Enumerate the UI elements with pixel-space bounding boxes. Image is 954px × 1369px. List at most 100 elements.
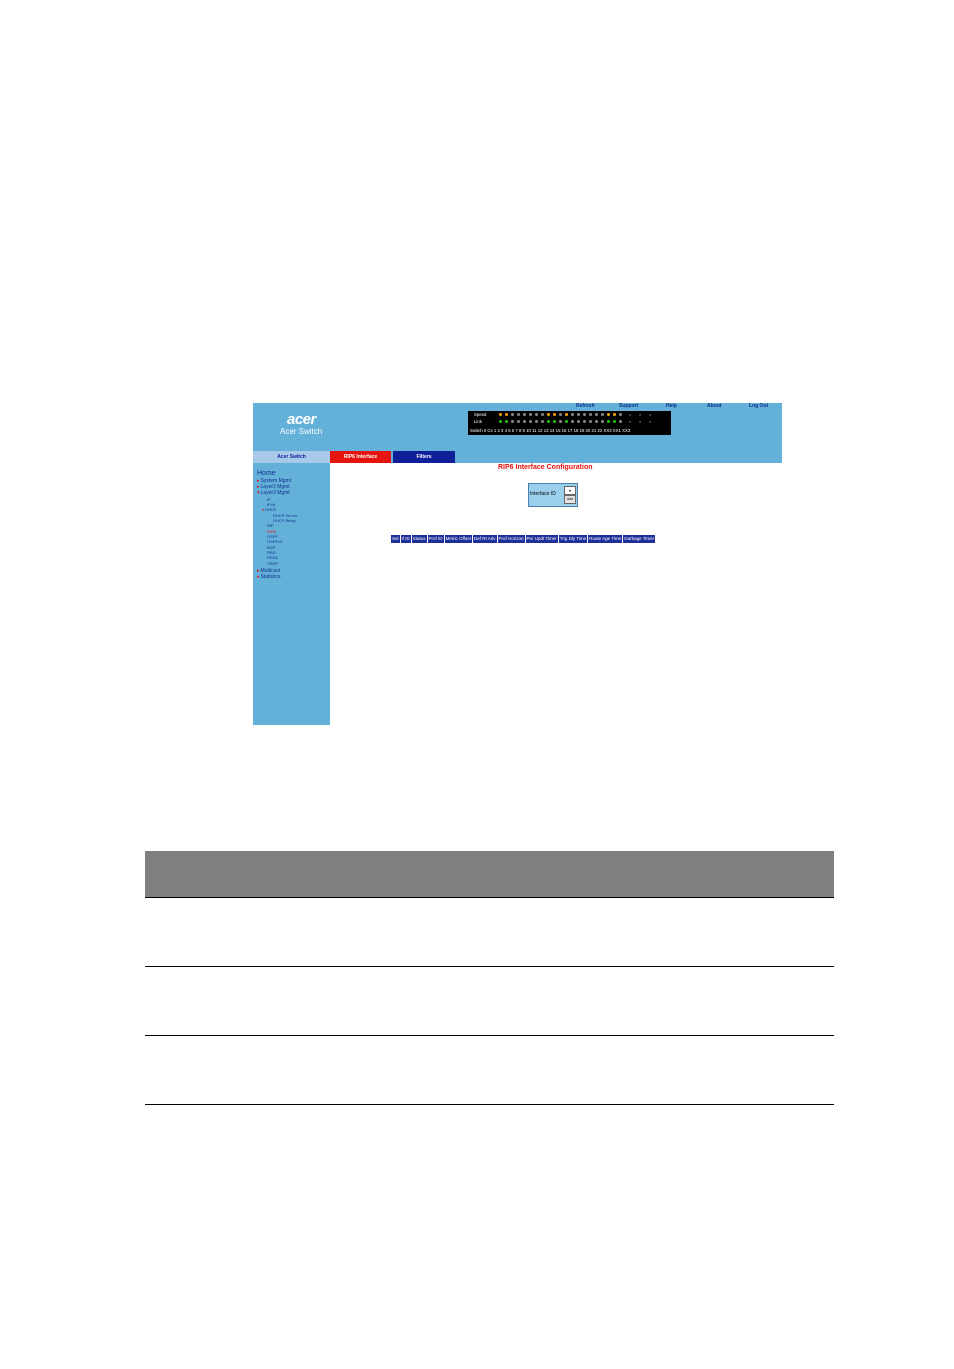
port-status-panel: Speed × × × Link × × × Switch 0 Cs 1 2 3 4 5… (468, 411, 671, 435)
speed-led (577, 413, 580, 416)
link-led (601, 420, 604, 423)
link-led (541, 420, 544, 423)
sidebar-item-dhcp[interactable]: ▾DHCP (262, 507, 276, 512)
speed-led (565, 413, 568, 416)
link-led (553, 420, 556, 423)
column-header: Prof ID (428, 535, 445, 543)
unavailable-port-icon: × (649, 419, 652, 424)
speed-led (541, 413, 544, 416)
header-bar: acer Acer Switch Refresh Support Help Ab… (253, 403, 782, 451)
sidebar-item-rip[interactable]: RIP (267, 523, 274, 528)
tab-filters[interactable]: Filters (393, 451, 455, 463)
product-name: Acer Switch (280, 427, 323, 436)
column-header: Trig Dly Time (559, 535, 589, 543)
column-header: Status (412, 535, 428, 543)
link-row: Link × × × (468, 418, 671, 425)
speed-led (553, 413, 556, 416)
table-divider (145, 966, 834, 967)
sidebar-item-layer3-mgmt[interactable]: ▾Layer3 Mgmt (257, 490, 290, 496)
link-led (595, 420, 598, 423)
link-led (523, 420, 526, 423)
table-divider (145, 897, 834, 898)
column-header: Sel (392, 535, 401, 543)
speed-led (529, 413, 532, 416)
sidebar-nav: Home ▸System Mgmt ▸Layer2 Mgmt ▾Layer3 M… (253, 463, 330, 725)
tab-acer-switch[interactable]: Acer Switch (253, 451, 330, 463)
speed-led (613, 413, 616, 416)
link-led (547, 420, 550, 423)
add-button[interactable]: Add (564, 495, 576, 504)
speed-led (499, 413, 502, 416)
sidebar-item-label: Layer3 Mgmt (260, 490, 290, 496)
speed-led (559, 413, 562, 416)
sidebar-home[interactable]: Home (257, 470, 276, 477)
refresh-link[interactable]: Refresh (576, 403, 595, 409)
speed-led (523, 413, 526, 416)
link-led (571, 420, 574, 423)
chevron-down-icon: ▾ (568, 488, 571, 493)
speed-row: Speed × × × (468, 411, 671, 418)
interface-id-form: Interface ID ▾ Add (528, 483, 578, 507)
speed-led (619, 413, 622, 416)
sidebar-item-label: DHCP (265, 507, 277, 512)
column-header: Prof Horizon (498, 535, 526, 543)
unavailable-port-icon: × (639, 412, 642, 417)
sidebar-item-statistics[interactable]: ▸Statistics (257, 574, 281, 580)
speed-led (601, 413, 604, 416)
rip6-interface-table-header: Sel If ID Status Prof ID Metric Offset D… (390, 534, 658, 544)
collapsed-arrow-icon: ▸ (257, 574, 260, 580)
link-led (589, 420, 592, 423)
link-led (535, 420, 538, 423)
port-numbers: Switch 0 Cs 1 2 3 4 5 6 7 8 9 10 11 12 1… (470, 428, 631, 433)
unavailable-port-icon: × (629, 419, 632, 424)
about-link[interactable]: About (707, 403, 721, 409)
help-link[interactable]: Help (666, 403, 677, 409)
acer-logo: acer (287, 411, 316, 428)
top-links: Refresh Support Help About Log Out (253, 403, 782, 411)
column-header: Per Updt Timer (526, 535, 559, 543)
column-header: Metric Offset (445, 535, 473, 543)
column-header: Garbage Timer (624, 535, 657, 543)
interface-id-select[interactable]: ▾ (564, 486, 576, 495)
link-led (619, 420, 622, 423)
sidebar-item-ospfv3[interactable]: OSPFv3 (267, 539, 282, 544)
column-header: If ID (401, 535, 412, 543)
link-label: Link (474, 419, 482, 424)
column-header: Route Age Time (589, 535, 624, 543)
logout-link[interactable]: Log Out (749, 403, 768, 409)
link-led (511, 420, 514, 423)
link-led (529, 420, 532, 423)
support-link[interactable]: Support (619, 403, 638, 409)
expanded-arrow-icon: ▾ (262, 507, 265, 512)
tab-rip6-interface[interactable]: RIP6 Interface (330, 451, 391, 463)
column-header: Def Rt Adv (474, 535, 498, 543)
speed-led (517, 413, 520, 416)
main-content: RIP6 Interface Configuration Interface I… (330, 463, 782, 725)
document-table-header (145, 851, 834, 897)
interface-id-label: Interface ID (530, 491, 556, 497)
link-led (517, 420, 520, 423)
tab-bar: Acer Switch RIP6 Interface Filters (253, 451, 782, 463)
sidebar-item-label: Statistics (260, 574, 281, 580)
sidebar-item-dhcp-relay[interactable]: DHCP Relay (273, 518, 296, 523)
speed-led (583, 413, 586, 416)
page-title: RIP6 Interface Configuration (498, 464, 593, 471)
table-divider (145, 1035, 834, 1036)
link-led (607, 420, 610, 423)
speed-led (505, 413, 508, 416)
link-led (577, 420, 580, 423)
speed-led (607, 413, 610, 416)
table-divider (145, 1104, 834, 1105)
link-led (583, 420, 586, 423)
speed-led (535, 413, 538, 416)
link-led (505, 420, 508, 423)
link-led (565, 420, 568, 423)
speed-led (547, 413, 550, 416)
sidebar-item-vrrp[interactable]: VRRP (267, 561, 278, 566)
link-led (559, 420, 562, 423)
sidebar-item-rrd6[interactable]: RRD6 (267, 555, 278, 560)
unavailable-port-icon: × (649, 412, 652, 417)
speed-led (589, 413, 592, 416)
link-led (613, 420, 616, 423)
unavailable-port-icon: × (629, 412, 632, 417)
